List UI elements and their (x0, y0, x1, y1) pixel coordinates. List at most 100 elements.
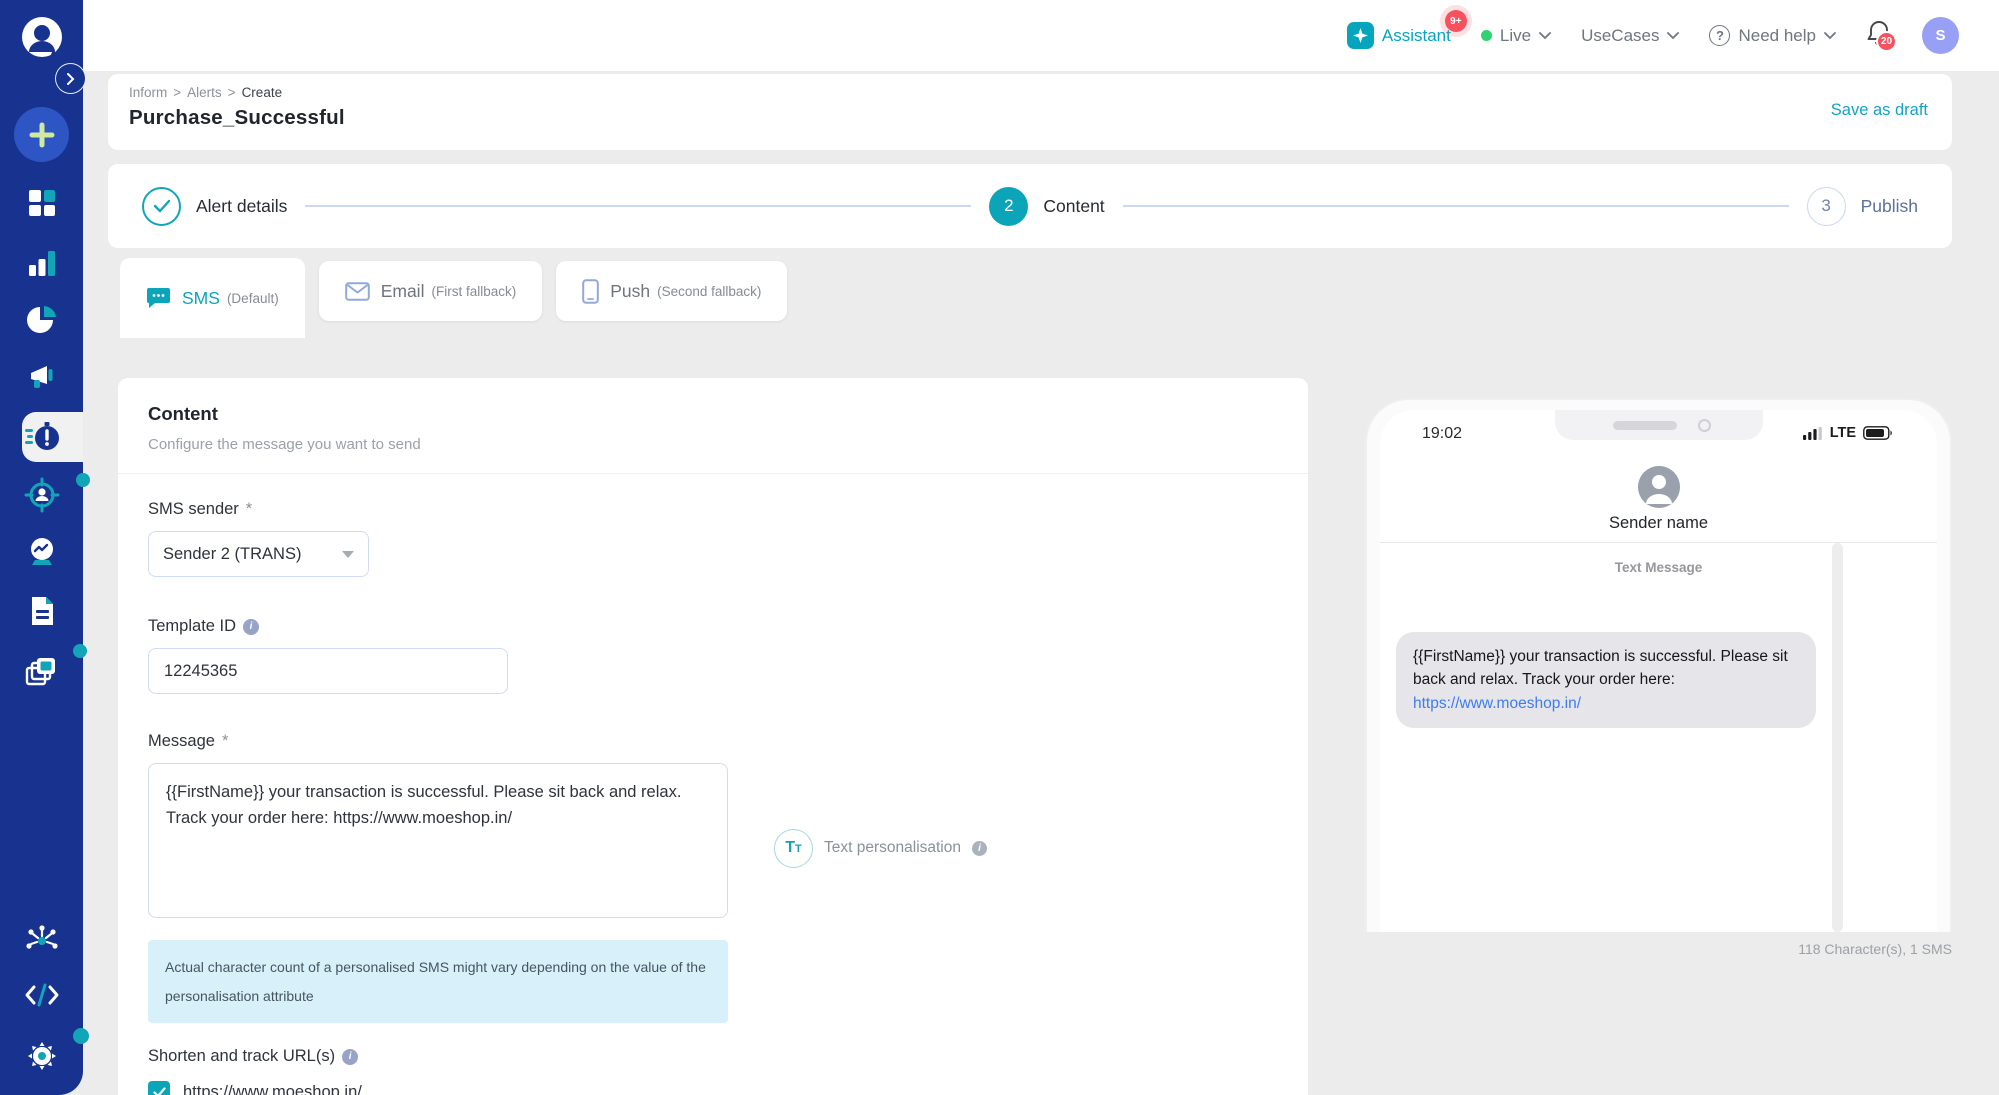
settings-gear-icon (24, 1038, 60, 1074)
sms-sender-value: Sender 2 (TRANS) (163, 545, 301, 564)
step-label: Content (1043, 196, 1104, 217)
usecases-label: UseCases (1581, 26, 1659, 46)
hub-icon (25, 924, 59, 958)
moengage-logo[interactable] (0, 14, 83, 60)
page-title: Purchase_Successful (129, 106, 345, 130)
tab-push[interactable]: Push (Second fallback) (556, 261, 787, 321)
chevron-down-icon (1824, 32, 1836, 40)
network-label: LTE (1830, 425, 1856, 441)
bubble-link: https://www.moeshop.in/ (1413, 695, 1581, 712)
tab-qualifier: (Default) (227, 291, 279, 306)
chevron-down-icon (1539, 32, 1551, 40)
live-label: Live (1500, 26, 1531, 46)
breadcrumb-alerts[interactable]: Alerts (187, 85, 222, 100)
notification-dot (76, 473, 90, 487)
sidebar-item-campaigns[interactable] (0, 360, 83, 394)
battery-icon (1863, 426, 1893, 440)
stepper-line (305, 205, 971, 207)
sidebar-item-templates[interactable] (0, 594, 83, 628)
usecases-menu[interactable]: UseCases (1581, 26, 1679, 46)
signal-bars-icon (1803, 427, 1823, 440)
notifications-button[interactable]: 20 (1866, 19, 1892, 52)
sidebar-item-audience[interactable] (0, 477, 83, 513)
label-text: Shorten and track URL(s) (148, 1047, 335, 1066)
message-textarea[interactable]: {{FirstName}} your transaction is succes… (148, 763, 728, 918)
step-done-check-icon (142, 187, 181, 226)
label-text: SMS sender (148, 500, 239, 519)
sidebar (0, 0, 83, 1095)
content-form-card: Content Configure the message you want t… (118, 378, 1308, 1095)
bubble-text: {{FirstName}} your transaction is succes… (1413, 648, 1788, 688)
content-cards-icon (23, 652, 61, 690)
dashboard-icon (25, 186, 59, 220)
text-personalisation-icon: Tt (774, 829, 813, 868)
breadcrumb: Inform > Alerts > Create (129, 85, 282, 100)
notification-dot (73, 1028, 89, 1044)
template-id-label: Template ID i (148, 617, 1278, 636)
user-avatar[interactable]: S (1922, 17, 1959, 54)
preview-scrollbar[interactable] (1832, 543, 1843, 932)
tab-qualifier: (First fallback) (431, 284, 516, 299)
text-personalisation-button[interactable]: Tt Text personalisation i (774, 778, 987, 918)
save-as-draft-button[interactable]: Save as draft (1831, 101, 1928, 120)
assistant-button[interactable]: Assistant 9+ (1347, 22, 1451, 49)
sidebar-item-analytics[interactable] (0, 246, 83, 280)
step-alert-details[interactable]: Alert details (142, 187, 287, 226)
templates-doc-icon (27, 594, 57, 628)
section-subtitle: Configure the message you want to send (148, 436, 1278, 453)
chevron-right-icon (66, 73, 75, 85)
sidebar-item-predictions[interactable] (0, 535, 83, 569)
template-id-info-icon[interactable]: i (243, 619, 259, 635)
add-icon (29, 122, 55, 148)
create-new-button[interactable] (14, 107, 69, 162)
sender-avatar-icon (1638, 466, 1680, 508)
step-label: Publish (1861, 196, 1918, 217)
label-text: Template ID (148, 617, 236, 636)
breadcrumb-separator: > (228, 85, 236, 100)
audience-target-icon (24, 477, 60, 513)
required-asterisk: * (222, 732, 228, 751)
shorten-urls-info-icon[interactable]: i (342, 1049, 358, 1065)
sidebar-expand-button[interactable] (55, 63, 86, 94)
page-header-card: Inform > Alerts > Create Purchase_Succes… (108, 74, 1952, 150)
speaker-pill (1613, 421, 1677, 430)
step-number: 2 (989, 187, 1028, 226)
step-content[interactable]: 2 Content (989, 187, 1104, 226)
personalisation-info-icon[interactable]: i (972, 841, 987, 856)
sms-bubble-icon (146, 287, 171, 309)
need-help-menu[interactable]: ? Need help (1709, 25, 1836, 46)
sidebar-item-alerts-active[interactable] (0, 419, 83, 455)
tab-label: Push (610, 281, 650, 302)
phone-notch (1555, 410, 1763, 440)
character-count: 118 Character(s), 1 SMS (1365, 941, 1952, 957)
sender-name: Sender name (1380, 514, 1937, 533)
step-publish[interactable]: 3 Publish (1807, 187, 1918, 226)
tab-label: Email (381, 281, 425, 302)
url-checkbox-checked[interactable] (148, 1081, 170, 1095)
thread-label: Text Message (1380, 560, 1937, 575)
phone-screen: 19:02 LTE Sen (1380, 410, 1937, 932)
step-label: Alert details (196, 196, 287, 217)
analytics-bars-icon (25, 246, 59, 280)
sidebar-item-hub[interactable] (0, 924, 83, 958)
template-id-input[interactable] (148, 648, 508, 694)
breadcrumb-separator: > (173, 85, 181, 100)
assistant-sparkle-icon (1347, 22, 1374, 49)
sidebar-item-segments[interactable] (0, 303, 83, 337)
live-toggle[interactable]: Live (1481, 26, 1551, 46)
shorten-url-value: https://www.moeshop.in/ (183, 1083, 362, 1095)
tab-sms[interactable]: SMS (Default) (120, 258, 305, 338)
sidebar-item-developer[interactable] (0, 981, 83, 1009)
sms-sender-select[interactable]: Sender 2 (TRANS) (148, 531, 369, 577)
breadcrumb-inform[interactable]: Inform (129, 85, 167, 100)
shorten-urls-label: Shorten and track URL(s) i (148, 1047, 1278, 1066)
sidebar-item-settings[interactable] (0, 1038, 83, 1074)
shorten-url-option[interactable]: https://www.moeshop.in/ (148, 1081, 1278, 1095)
stepper-line (1123, 205, 1789, 207)
tab-email[interactable]: Email (First fallback) (319, 261, 543, 321)
sidebar-item-dashboard[interactable] (0, 186, 83, 220)
sms-preview-phone: 19:02 LTE Sen (1365, 398, 1952, 932)
predictions-icon (25, 535, 59, 569)
status-time: 19:02 (1422, 425, 1462, 443)
sidebar-item-content-blocks[interactable] (0, 652, 83, 690)
